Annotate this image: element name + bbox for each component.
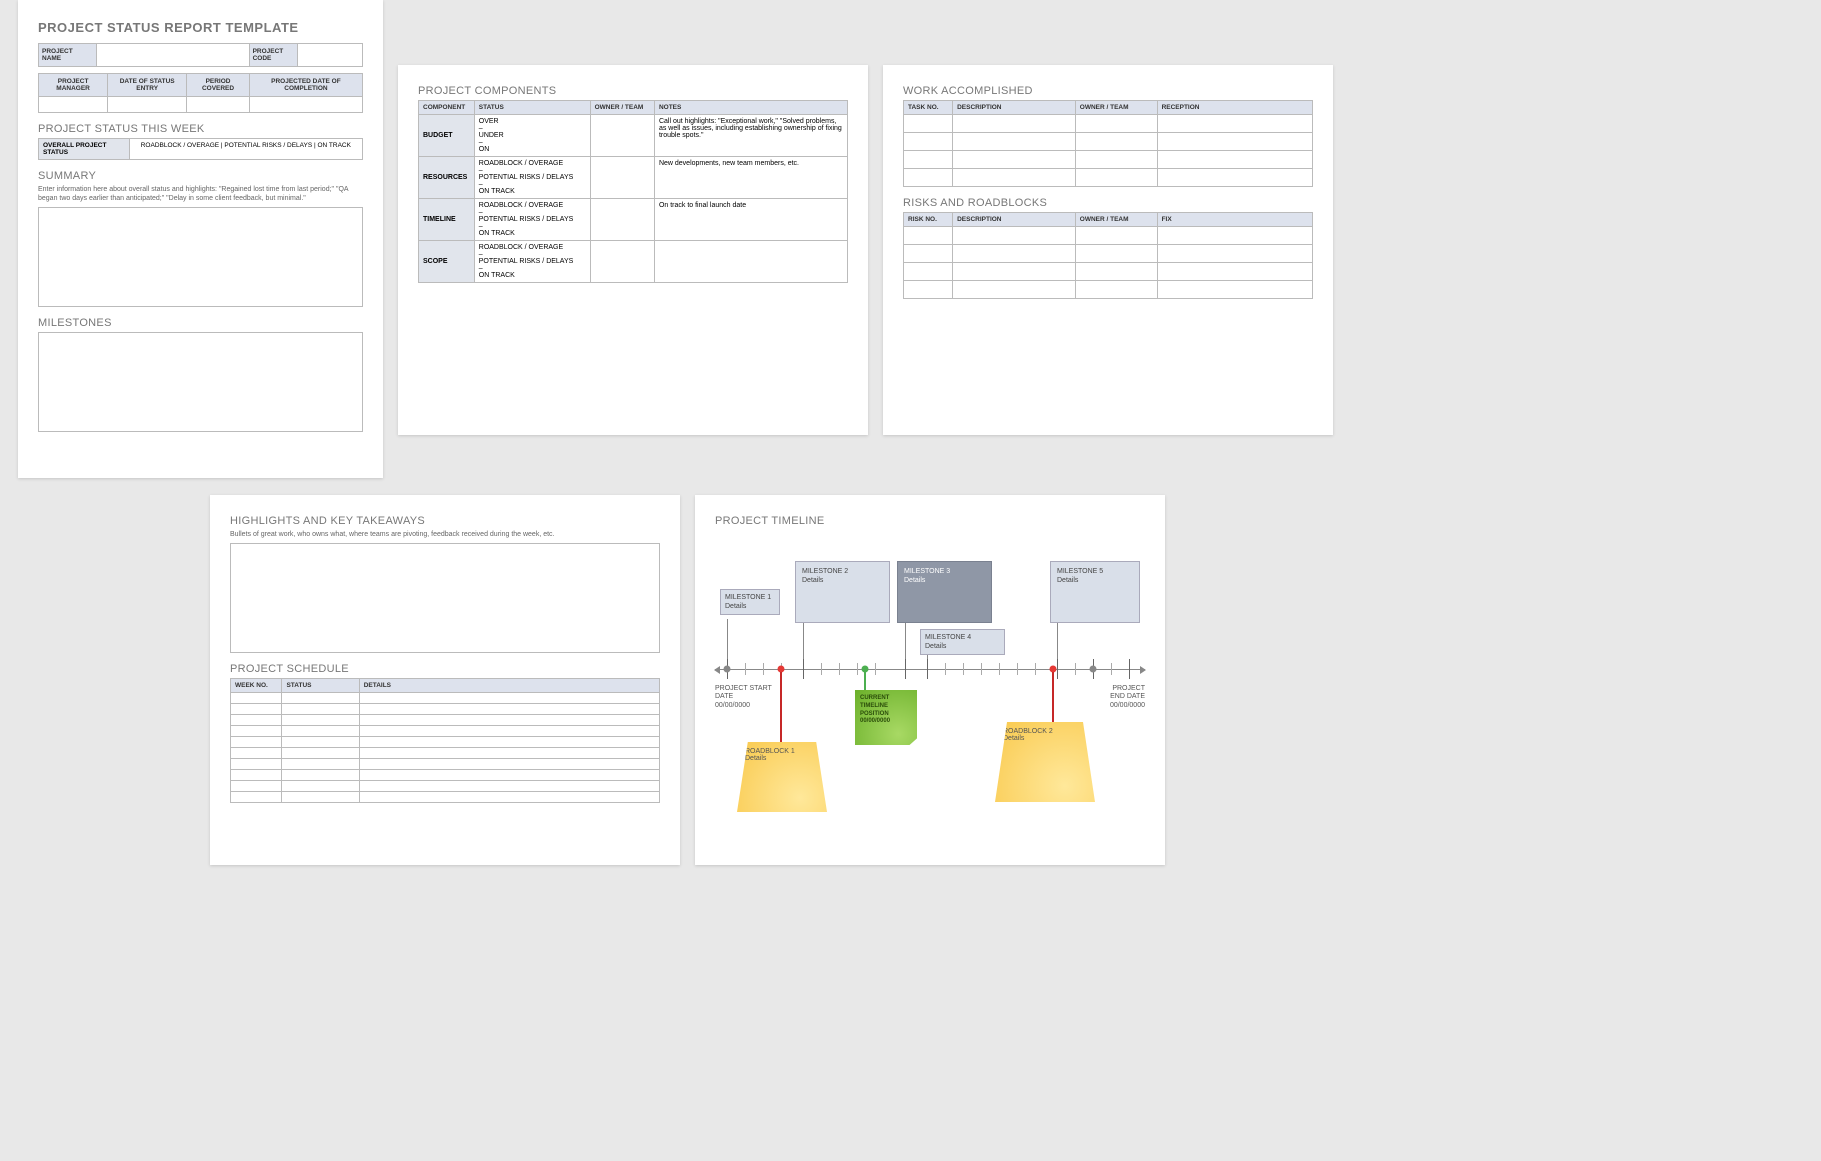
page-4-highlights-schedule: HIGHLIGHTS AND KEY TAKEAWAYS Bullets of …	[210, 495, 680, 865]
milestone-2-box[interactable]: MILESTONE 2 Details	[795, 561, 890, 623]
table-row: TIMELINE ROADBLOCK / OVERAGE – POTENTIAL…	[419, 199, 848, 241]
table-row	[231, 693, 660, 704]
table-row: RESOURCES ROADBLOCK / OVERAGE – POTENTIA…	[419, 157, 848, 199]
table-row	[231, 792, 660, 803]
risks-table: RISK NO. DESCRIPTION OWNER / TEAM FIX	[903, 212, 1313, 299]
roadblock-2-marker[interactable]: ROADBLOCK 2 Details	[995, 722, 1095, 802]
timeline-title: PROJECT TIMELINE	[715, 515, 1145, 527]
end-label: PROJECT END DATE 00/00/0000	[1110, 685, 1145, 710]
table-row: SCOPE ROADBLOCK / OVERAGE – POTENTIAL RI…	[419, 241, 848, 283]
project-name-code-table: PROJECT NAME PROJECT CODE	[38, 43, 363, 67]
table-row	[231, 748, 660, 759]
summary-title: SUMMARY	[38, 170, 363, 182]
overall-status-table: OVERALL PROJECT STATUS ROADBLOCK / OVERA…	[38, 138, 363, 160]
table-row	[904, 151, 1313, 169]
project-meta-table: PROJECT MANAGER DATE OF STATUS ENTRY PER…	[38, 73, 363, 113]
components-table: COMPONENT STATUS OWNER / TEAM NOTES BUDG…	[418, 100, 848, 283]
table-row	[231, 759, 660, 770]
highlights-hint: Bullets of great work, who owns what, wh…	[230, 530, 660, 539]
project-code-field[interactable]	[298, 44, 363, 67]
highlights-box[interactable]	[230, 543, 660, 653]
status-week-title: PROJECT STATUS THIS WEEK	[38, 123, 363, 135]
summary-box[interactable]	[38, 207, 363, 307]
milestones-title: MILESTONES	[38, 317, 363, 329]
project-name-field[interactable]	[97, 44, 249, 67]
page-2-components: PROJECT COMPONENTS COMPONENT STATUS OWNE…	[398, 65, 868, 435]
milestone-3-box[interactable]: MILESTONE 3 Details	[897, 561, 992, 623]
table-row	[231, 726, 660, 737]
highlights-title: HIGHLIGHTS AND KEY TAKEAWAYS	[230, 515, 660, 527]
page-5-timeline: PROJECT TIMELINE MILESTONE 1 Details MIL…	[695, 495, 1165, 865]
table-row	[231, 704, 660, 715]
components-title: PROJECT COMPONENTS	[418, 85, 848, 97]
table-row	[904, 133, 1313, 151]
table-row	[231, 770, 660, 781]
table-row	[904, 169, 1313, 187]
risks-title: RISKS AND ROADBLOCKS	[903, 197, 1313, 209]
table-row	[231, 781, 660, 792]
start-label: PROJECT START DATE 00/00/0000	[715, 685, 772, 710]
table-row	[231, 715, 660, 726]
current-position-marker[interactable]: CURRENT TIMELINE POSITION 00/00/0000	[855, 690, 917, 745]
project-code-label: PROJECT CODE	[249, 44, 298, 67]
table-row	[231, 737, 660, 748]
milestone-4-box[interactable]: MILESTONE 4 Details	[920, 629, 1005, 655]
milestone-1-box[interactable]: MILESTONE 1 Details	[720, 589, 780, 615]
table-row	[904, 281, 1313, 299]
report-title: PROJECT STATUS REPORT TEMPLATE	[38, 20, 363, 35]
table-row	[904, 263, 1313, 281]
summary-hint: Enter information here about overall sta…	[38, 185, 363, 203]
work-table: TASK NO. DESCRIPTION OWNER / TEAM RECEPT…	[903, 100, 1313, 187]
schedule-title: PROJECT SCHEDULE	[230, 663, 660, 675]
schedule-table: WEEK NO. STATUS DETAILS	[230, 678, 660, 803]
milestone-5-box[interactable]: MILESTONE 5 Details	[1050, 561, 1140, 623]
start-dot-icon	[724, 666, 731, 673]
table-row: BUDGET OVER – UNDER – ON Call out highli…	[419, 115, 848, 157]
milestones-box[interactable]	[38, 332, 363, 432]
table-row	[904, 227, 1313, 245]
page-1-status-report: PROJECT STATUS REPORT TEMPLATE PROJECT N…	[18, 0, 383, 478]
milestone-dot-icon	[1090, 666, 1097, 673]
table-row	[904, 245, 1313, 263]
timeline: MILESTONE 1 Details MILESTONE 2 Details …	[715, 537, 1145, 837]
roadblock-1-marker[interactable]: ROADBLOCK 1 Details	[737, 742, 827, 812]
page-3-work-risks: WORK ACCOMPLISHED TASK NO. DESCRIPTION O…	[883, 65, 1333, 435]
project-name-label: PROJECT NAME	[39, 44, 97, 67]
work-title: WORK ACCOMPLISHED	[903, 85, 1313, 97]
table-row	[904, 115, 1313, 133]
